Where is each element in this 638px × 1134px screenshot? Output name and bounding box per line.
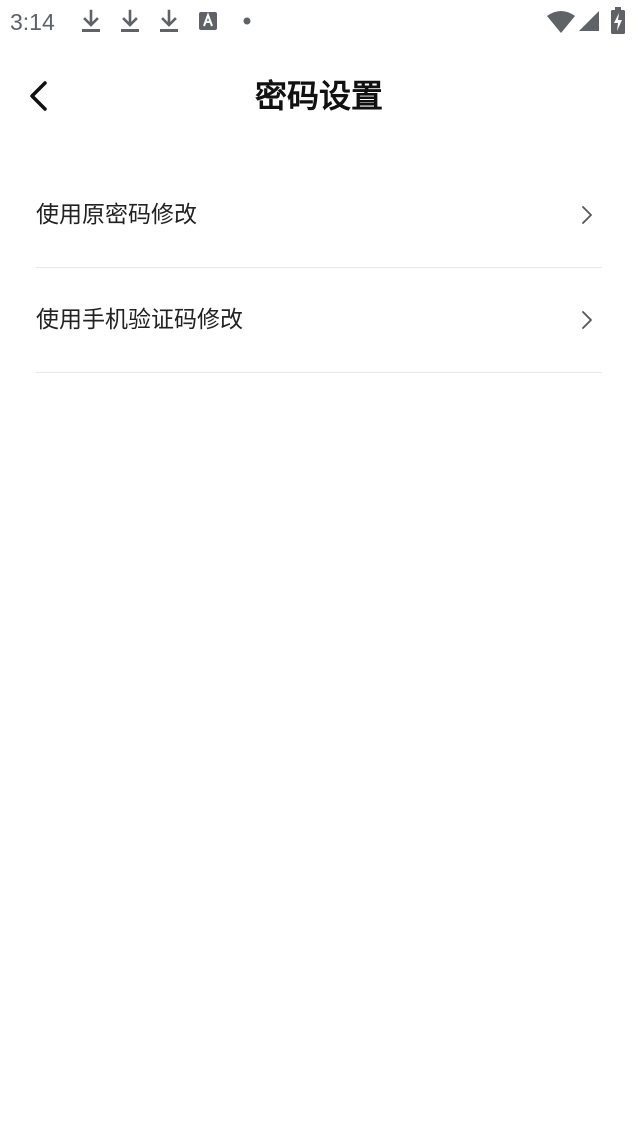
password-options-list: 使用原密码修改 使用手机验证码修改 <box>36 163 602 373</box>
status-bar: 3:14 <box>0 0 638 44</box>
battery-charging-icon <box>611 7 625 34</box>
wifi-icon <box>547 11 575 33</box>
list-item-change-with-sms-code[interactable]: 使用手机验证码修改 <box>36 268 602 373</box>
page-title: 密码设置 <box>254 77 383 115</box>
signal-icon <box>579 11 599 31</box>
list-item-change-with-old-password[interactable]: 使用原密码修改 <box>36 163 602 268</box>
chevron-right-icon <box>582 311 592 329</box>
download-icon <box>160 9 178 32</box>
list-item-label: 使用手机验证码修改 <box>36 307 243 333</box>
font-a-icon <box>199 12 217 30</box>
list-item-label: 使用原密码修改 <box>36 202 197 228</box>
status-time: 3:14 <box>10 9 55 35</box>
app-screen: 3:14 密码设置 使用原密码修改 使用手机验证码修改 <box>0 0 638 1134</box>
header-bar: 密码设置 <box>0 60 638 134</box>
chevron-right-icon <box>582 206 592 224</box>
dot-icon <box>243 17 251 25</box>
download-icon <box>121 9 139 32</box>
download-icon <box>82 9 100 32</box>
